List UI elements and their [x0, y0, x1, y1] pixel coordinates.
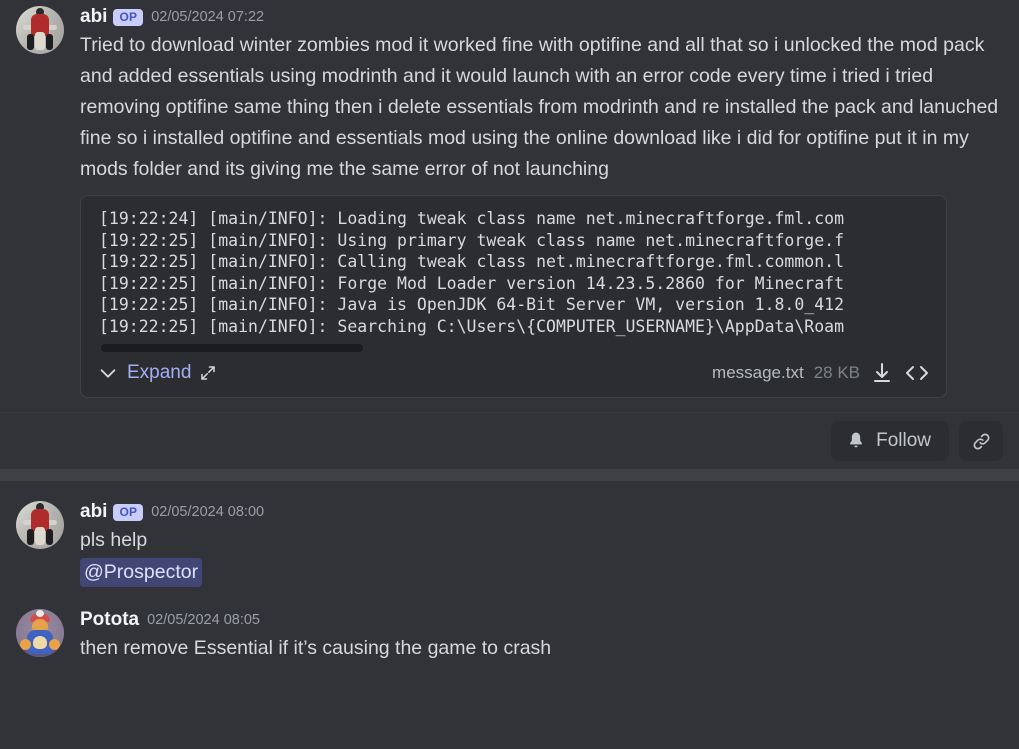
avatar-column — [16, 607, 72, 664]
code-line: [19:22:25] [main/INFO]: Searching C:\Use… — [99, 316, 845, 336]
avatar-column — [16, 4, 72, 398]
message-body: abi OP 02/05/2024 07:22 Tried to downloa… — [72, 4, 1003, 398]
code-line: [19:22:25] [main/INFO]: Using primary tw… — [99, 230, 845, 250]
message-timestamp: 02/05/2024 08:05 — [147, 612, 260, 628]
message-author[interactable]: abi — [80, 4, 107, 30]
code-brackets-icon[interactable] — [904, 361, 930, 385]
follow-button[interactable]: Follow — [831, 421, 949, 461]
file-size: 28 KB — [813, 363, 860, 382]
message-item: Potota 02/05/2024 08:05 then remove Esse… — [0, 587, 1019, 664]
avatar-art-leg-right — [46, 34, 53, 50]
code-line: [19:22:25] [main/INFO]: Java is OpenJDK … — [99, 295, 845, 314]
mention-row: @Prospector — [80, 558, 1003, 587]
copy-link-button[interactable] — [959, 421, 1003, 461]
code-line: [19:22:25] [main/INFO]: Calling tweak cl… — [99, 252, 845, 271]
avatar[interactable] — [16, 609, 64, 657]
section-divider — [0, 469, 1019, 481]
expand-controls: Expand — [97, 362, 217, 384]
avatar-art-hand-left — [20, 639, 31, 650]
message-timestamp: 02/05/2024 08:00 — [151, 504, 265, 520]
avatar-column — [16, 499, 72, 587]
message-header: abi OP 02/05/2024 08:00 — [80, 499, 1003, 525]
expand-arrows-icon[interactable] — [199, 364, 217, 382]
avatar-art-arm-right — [48, 25, 57, 30]
file-name[interactable]: message.txt — [712, 363, 804, 383]
avatar-art-leg-left — [27, 34, 34, 50]
attachment-footer: Expand message.txt 28 KB — [81, 355, 946, 397]
message-text: pls help — [80, 529, 148, 551]
link-icon — [971, 431, 992, 452]
code-line: [19:22:24] [main/INFO]: Loading tweak cl… — [99, 209, 845, 228]
avatar-art-sled — [35, 527, 45, 545]
avatar-art-belly — [33, 636, 47, 649]
user-mention[interactable]: @Prospector — [80, 558, 203, 587]
follow-label: Follow — [876, 430, 931, 451]
avatar-art-arm-right — [48, 520, 57, 525]
op-badge: OP — [113, 8, 144, 26]
op-badge: OP — [113, 503, 144, 521]
expand-button[interactable]: Expand — [127, 362, 191, 384]
horizontal-scrollbar[interactable] — [81, 341, 946, 355]
avatar-art-sled — [35, 32, 45, 50]
bell-icon — [846, 431, 866, 451]
avatar[interactable] — [16, 501, 64, 549]
avatar-art-leg-right — [46, 529, 53, 545]
avatar[interactable] — [16, 6, 64, 54]
message-timestamp: 02/05/2024 07:22 — [151, 9, 265, 25]
message-header: Potota 02/05/2024 08:05 — [80, 607, 1003, 633]
avatar-art-hand-right — [49, 639, 60, 650]
code-line: [19:22:25] [main/INFO]: Forge Mod Loader… — [99, 273, 845, 293]
avatar-art-hat-puff — [36, 610, 44, 617]
message-item: abi OP 02/05/2024 08:00 pls help @Prospe… — [0, 481, 1019, 587]
avatar-art-leg-left — [27, 529, 34, 545]
download-icon[interactable] — [870, 361, 894, 385]
message-body: abi OP 02/05/2024 08:00 pls help @Prospe… — [72, 499, 1003, 587]
scrollbar-thumb[interactable] — [101, 344, 363, 352]
message-author[interactable]: Potota — [80, 607, 139, 633]
message-item: abi OP 02/05/2024 07:22 Tried to downloa… — [0, 0, 1019, 398]
discord-thread-view: abi OP 02/05/2024 07:22 Tried to downloa… — [0, 0, 1019, 749]
chevron-down-icon[interactable] — [97, 362, 119, 384]
file-info: message.txt 28 KB — [712, 361, 930, 385]
message-header: abi OP 02/05/2024 07:22 — [80, 4, 1003, 30]
message-author[interactable]: abi — [80, 499, 107, 525]
message-body: Potota 02/05/2024 08:05 then remove Esse… — [72, 607, 1003, 664]
message-text: Tried to download winter zombies mod it … — [80, 34, 1004, 180]
code-preview: [19:22:24] [main/INFO]: Loading tweak cl… — [81, 196, 946, 341]
message-text: then remove Essential if it’s causing th… — [80, 637, 552, 659]
thread-actions-bar: Follow — [0, 413, 1019, 469]
file-attachment: [19:22:24] [main/INFO]: Loading tweak cl… — [80, 195, 947, 398]
